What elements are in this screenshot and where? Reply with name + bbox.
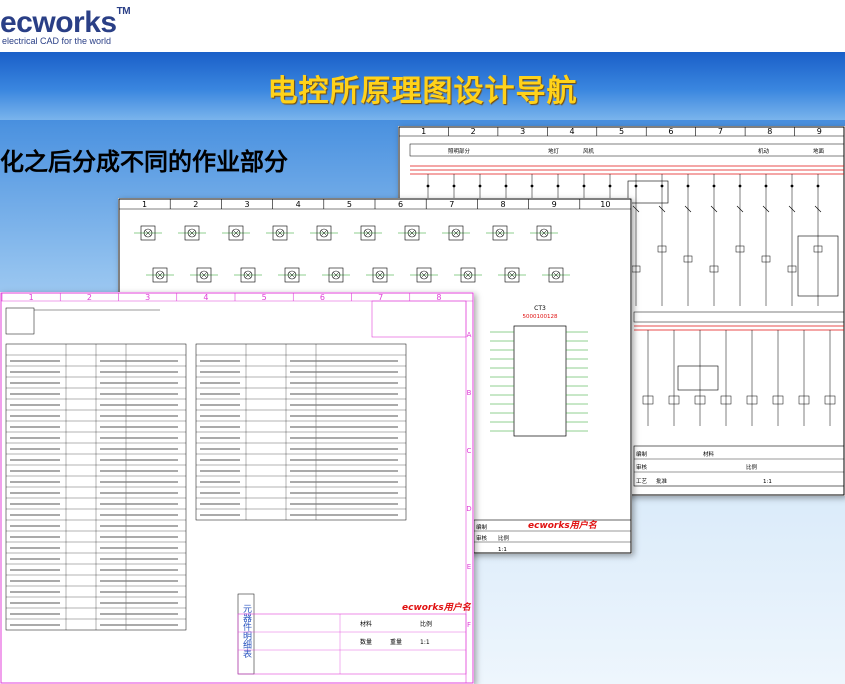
- junction-dot: [608, 184, 612, 188]
- column-number: 7: [378, 293, 383, 302]
- column-number: 6: [320, 293, 325, 302]
- user-stamp: ecworks用户名: [402, 602, 472, 613]
- junction-dot: [530, 184, 534, 188]
- title-block-label: 材料: [360, 620, 372, 628]
- title-block-label: 比例: [746, 463, 758, 471]
- title-block-label: 重量: [390, 638, 402, 646]
- junction-dot: [504, 184, 508, 188]
- ic-label: CT3: [534, 305, 546, 312]
- row-letter: C: [467, 447, 472, 455]
- column-number: 2: [193, 200, 198, 209]
- title-block-label: 审核: [636, 463, 648, 471]
- junction-dot: [764, 184, 768, 188]
- ecworks-logo: ecworksTM: [0, 6, 131, 39]
- slide-title: 电控所原理图设计导航: [267, 74, 578, 109]
- junction-dot: [426, 184, 430, 188]
- title-block-label: 比例: [498, 534, 510, 542]
- side-title: 元器件明细表: [241, 604, 252, 659]
- column-number: 10: [600, 200, 610, 209]
- column-number: 3: [244, 200, 249, 209]
- header-cell: 风机: [583, 147, 595, 155]
- column-number: 3: [520, 127, 525, 136]
- column-number: 4: [203, 293, 208, 302]
- sheet-frame: [0, 292, 474, 684]
- slide-subtitle: 化之后分成不同的作业部分: [0, 148, 288, 176]
- junction-dot: [790, 184, 794, 188]
- column-number: 5: [262, 293, 267, 302]
- row-letter: A: [467, 331, 472, 339]
- column-number: 2: [87, 293, 92, 302]
- column-number: 2: [471, 127, 476, 136]
- column-number: 1: [142, 200, 147, 209]
- junction-dot: [634, 184, 638, 188]
- ic-part-number: 5000100128: [523, 314, 558, 320]
- title-block-label: 1:1: [498, 547, 507, 553]
- column-number: 5: [619, 127, 624, 136]
- user-stamp: ecworks用户名: [528, 520, 598, 531]
- column-number: 4: [570, 127, 575, 136]
- title-block-label: 审核: [476, 534, 488, 542]
- junction-dot: [478, 184, 482, 188]
- column-number: 9: [552, 200, 557, 209]
- title-block-label: 编制: [476, 523, 488, 531]
- title-block-label: 数量: [360, 638, 372, 646]
- row-letter: B: [467, 389, 472, 397]
- junction-dot: [582, 184, 586, 188]
- column-number: 6: [668, 127, 673, 136]
- column-number: 8: [500, 200, 505, 209]
- column-number: 9: [817, 127, 822, 136]
- column-number: 4: [296, 200, 301, 209]
- title-block-label: 比例: [420, 620, 432, 628]
- title-block-label: 批准: [656, 477, 668, 485]
- title-block-label: 1:1: [763, 479, 772, 485]
- junction-dot: [556, 184, 560, 188]
- junction-dot: [452, 184, 456, 188]
- column-number: 3: [145, 293, 150, 302]
- title-block-label: 编制: [636, 450, 648, 458]
- row-letter: F: [467, 621, 471, 629]
- title-block-label: 材料: [703, 450, 715, 458]
- header-cell: 地灯: [548, 147, 560, 155]
- row-letter: D: [466, 505, 471, 513]
- logo-tagline: electrical CAD for the world: [2, 36, 112, 46]
- junction-dot: [738, 184, 742, 188]
- title-block-label: 工艺: [636, 478, 648, 485]
- column-number: 8: [767, 127, 772, 136]
- title-block-label: 1:1: [420, 639, 430, 646]
- parts-list-sheet[interactable]: 1 2 3 4 5 6 7 8 A B C D E F 元器件明细表 材料 比例 1:1 数量 重量 ecworks用户…: [0, 292, 474, 684]
- column-number: 1: [421, 127, 426, 136]
- junction-dot: [816, 184, 820, 188]
- column-number: 5: [347, 200, 352, 209]
- column-number: 8: [436, 293, 441, 302]
- junction-dot: [660, 184, 664, 188]
- junction-dot: [712, 184, 716, 188]
- column-number: 6: [398, 200, 403, 209]
- header-cell: 照明部分: [448, 147, 471, 155]
- junction-dot: [686, 184, 690, 188]
- column-number: 7: [449, 200, 454, 209]
- header-cell: 机动: [758, 147, 770, 155]
- row-letter: E: [467, 563, 471, 571]
- column-number: 7: [718, 127, 723, 136]
- column-number: 1: [29, 293, 34, 302]
- header-cell: 地面: [813, 147, 825, 155]
